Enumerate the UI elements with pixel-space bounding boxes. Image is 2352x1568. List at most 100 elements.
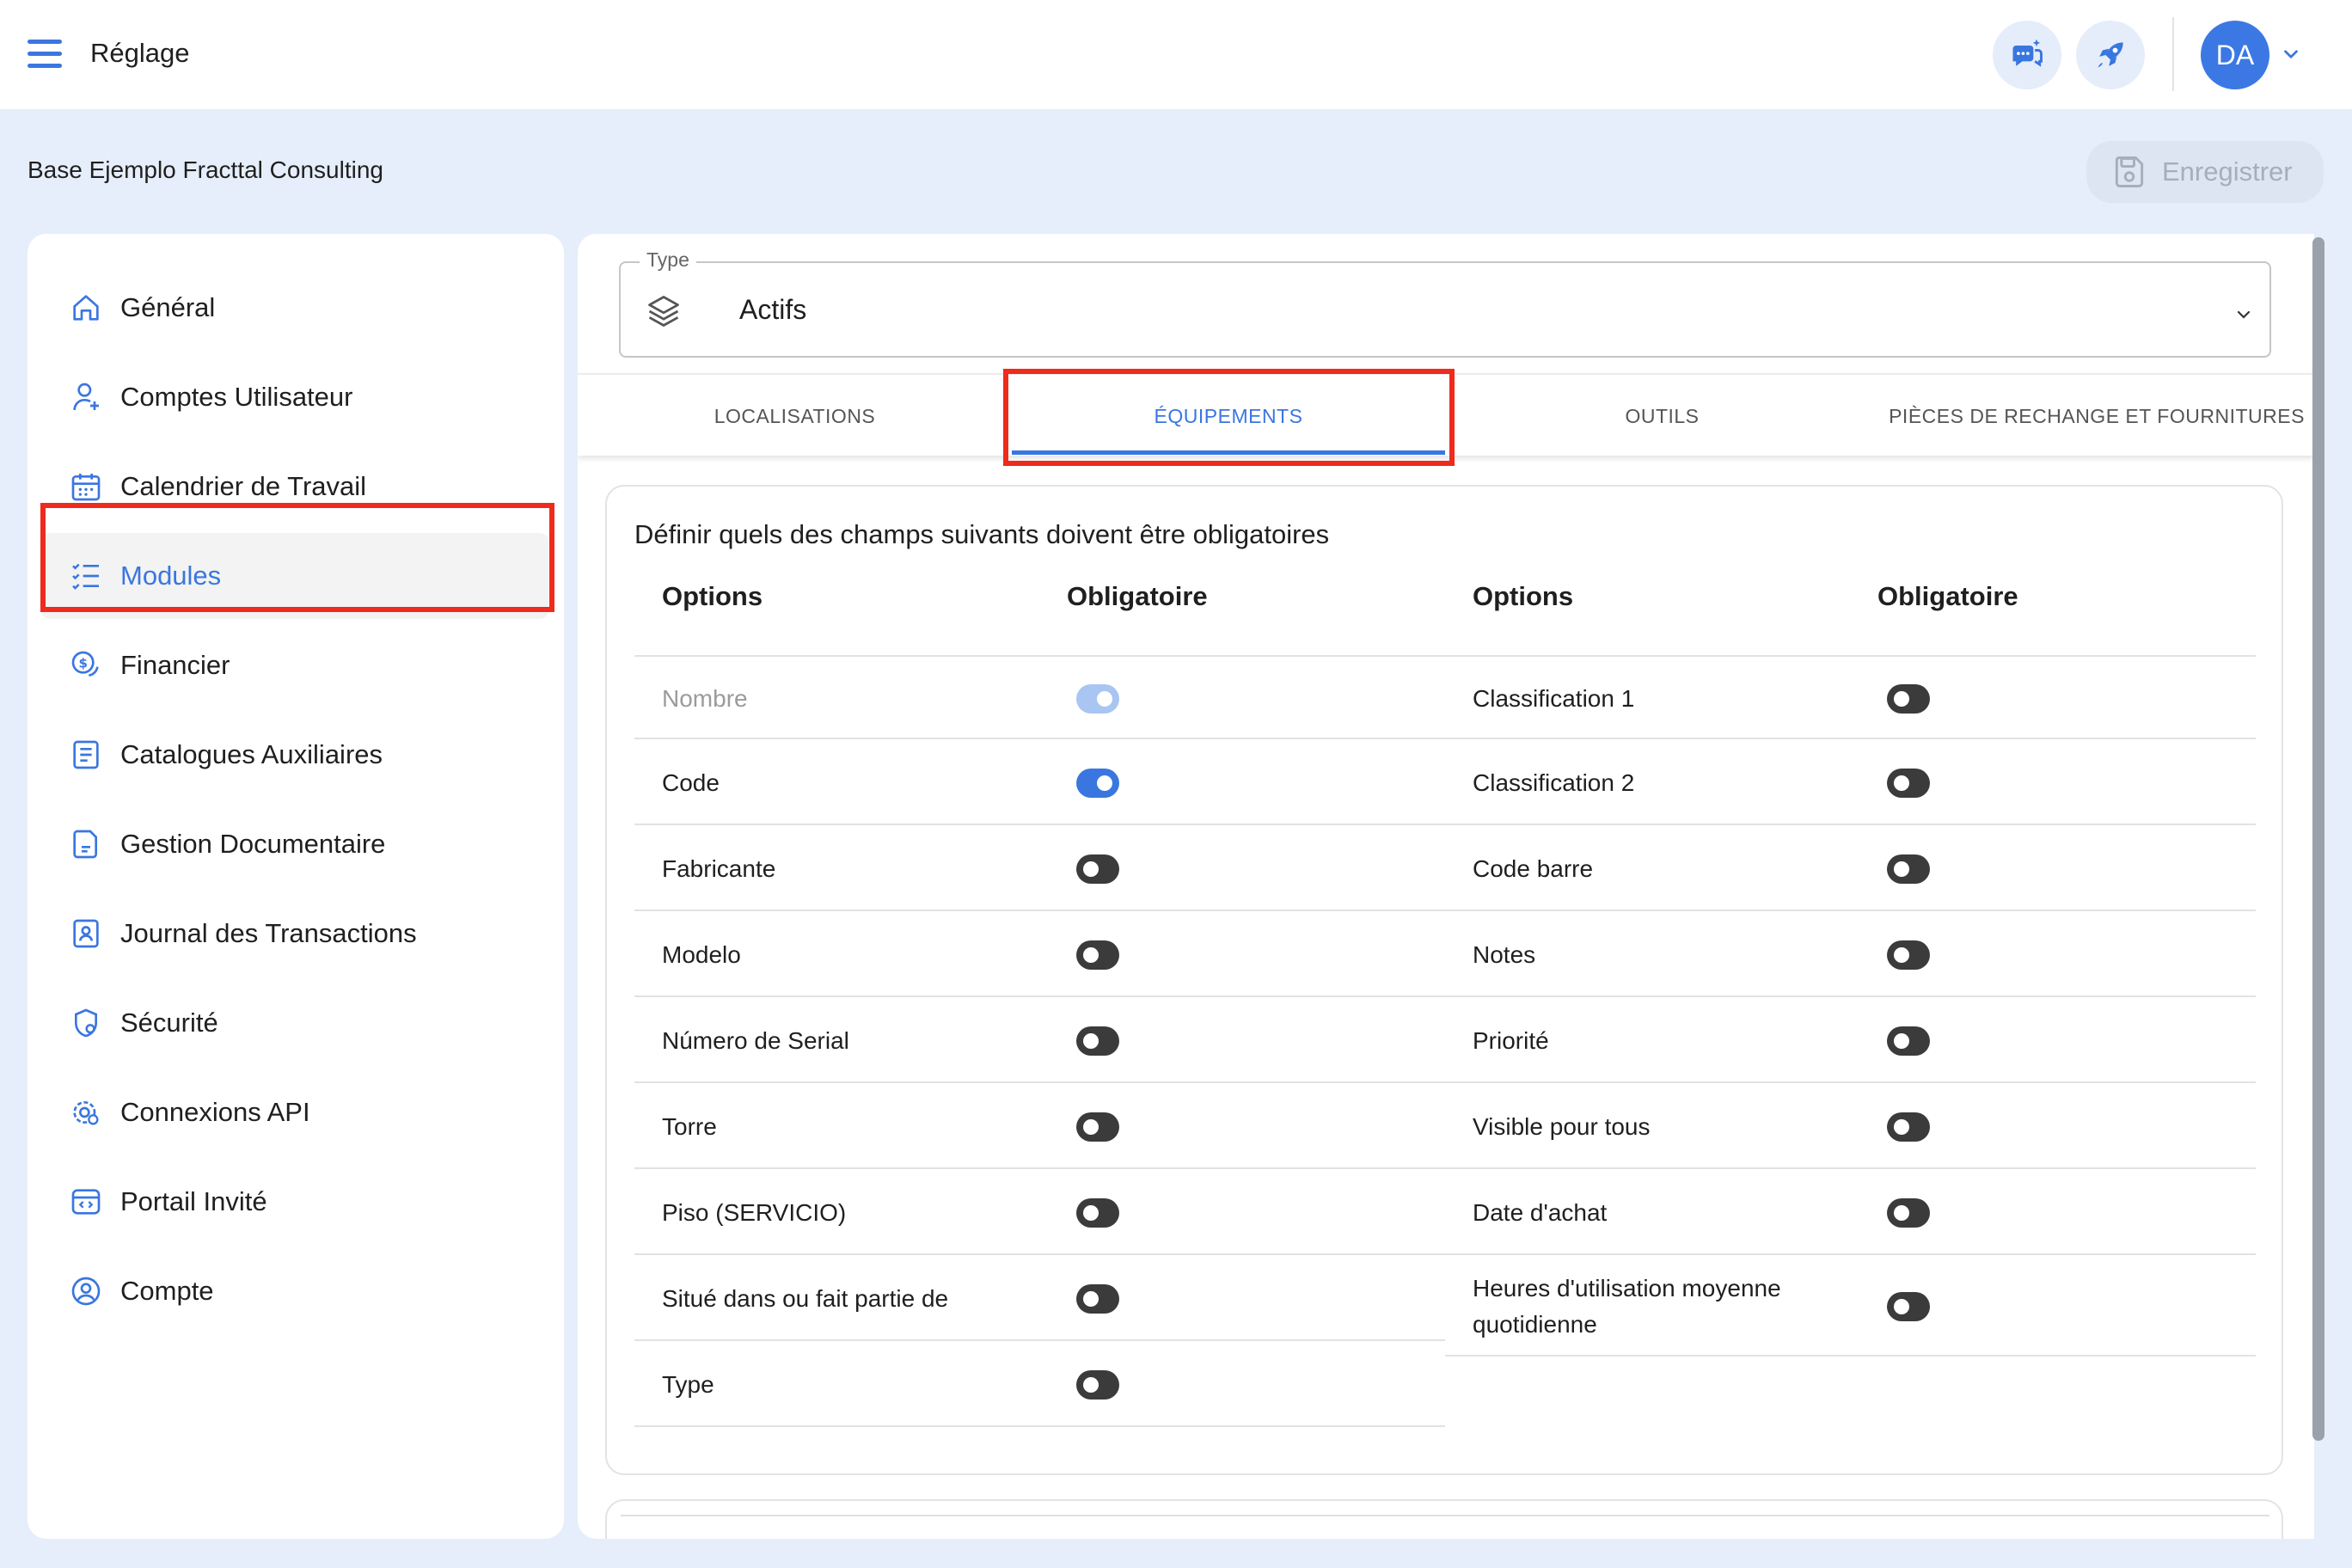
portal-icon <box>67 1183 105 1221</box>
option-label: Classification 1 <box>1473 685 1635 712</box>
sidebar-item-financial[interactable]: $ Financier <box>41 622 548 708</box>
chevron-down-icon[interactable] <box>2280 43 2302 65</box>
required-toggle[interactable] <box>1887 769 1930 798</box>
divider <box>621 1515 2269 1516</box>
save-button-label: Enregistrer <box>2162 156 2293 187</box>
table-row: Code barre <box>1445 827 2256 911</box>
sidebar-item-label: Comptes Utilisateur <box>120 382 353 412</box>
option-label: Heures d'utilisation moyenne quotidienne <box>1473 1275 1781 1338</box>
sidebar-item-general[interactable]: Général <box>41 265 548 351</box>
sidebar-item-modules[interactable]: Modules <box>41 533 548 619</box>
table-row: Code <box>634 741 1445 825</box>
option-label: Fabricante <box>662 855 776 882</box>
save-button[interactable]: Enregistrer <box>2086 141 2324 203</box>
app-title: Réglage <box>90 38 190 68</box>
sidebar-item-label: Calendrier de Travail <box>120 471 367 501</box>
card-heading: Définir quels des champs suivants doiven… <box>634 519 1330 549</box>
table-row: Visible pour tous <box>1445 1085 2256 1169</box>
top-divider <box>2172 17 2174 91</box>
option-label: Code barre <box>1473 855 1594 882</box>
sidebar-item-document-management[interactable]: Gestion Documentaire <box>41 801 548 887</box>
required-toggle[interactable] <box>1076 1198 1119 1228</box>
api-gear-icon <box>67 1093 105 1131</box>
sidebar-item-label: Financier <box>120 650 230 680</box>
sidebar-item-guest-portal[interactable]: Portail Invité <box>41 1159 548 1245</box>
tab-outils[interactable]: OUTILS <box>1445 375 1879 457</box>
option-label: Número de Serial <box>662 1027 849 1054</box>
chat-support-button[interactable] <box>1993 21 2061 89</box>
table-row: Notes <box>1445 913 2256 997</box>
required-toggle[interactable] <box>1076 854 1119 884</box>
user-avatar[interactable]: DA <box>2201 21 2269 89</box>
user-add-icon <box>67 378 105 416</box>
account-icon <box>67 1272 105 1310</box>
sidebar-item-user-accounts[interactable]: Comptes Utilisateur <box>41 354 548 440</box>
table-row: Modelo <box>634 913 1445 997</box>
required-toggle[interactable] <box>1076 769 1119 798</box>
table-row: Fabricante <box>634 827 1445 911</box>
tab-equipements[interactable]: ÉQUIPEMENTS <box>1012 375 1445 457</box>
type-select-label: Type <box>640 248 696 272</box>
sidebar-item-label: Gestion Documentaire <box>120 829 386 859</box>
table-row: Situé dans ou fait partie de <box>634 1257 1445 1341</box>
option-label: Torre <box>662 1113 717 1140</box>
hamburger-menu-icon[interactable] <box>28 40 69 70</box>
chat-sparkle-icon <box>2012 39 2043 67</box>
sidebar-item-work-calendar[interactable]: Calendrier de Travail <box>41 444 548 530</box>
settings-sidebar: Général Comptes Utilisateur Calendrier d… <box>28 234 564 1539</box>
option-label: Visible pour tous <box>1473 1113 1651 1140</box>
badge-icon <box>67 915 105 952</box>
required-toggle[interactable] <box>1887 854 1930 884</box>
sidebar-item-label: Catalogues Auxiliaires <box>120 739 383 769</box>
base-name: Base Ejemplo Fracttal Consulting <box>28 156 383 183</box>
sidebar-item-label: Portail Invité <box>120 1186 267 1216</box>
table-row: Date d'achat <box>1445 1171 2256 1255</box>
required-toggle[interactable] <box>1887 684 1930 714</box>
whats-new-button[interactable] <box>2076 21 2145 89</box>
shield-icon <box>67 1004 105 1042</box>
calendar-icon <box>67 468 105 505</box>
table-row: Número de Serial <box>634 999 1445 1083</box>
required-toggle[interactable] <box>1076 1370 1119 1400</box>
sidebar-item-label: Sécurité <box>120 1008 218 1038</box>
sidebar-item-label: Modules <box>120 560 222 591</box>
option-label: Priorité <box>1473 1027 1549 1054</box>
option-label: Type <box>662 1371 714 1398</box>
svg-text:$: $ <box>78 656 87 671</box>
save-icon <box>2115 156 2144 187</box>
required-toggle[interactable] <box>1076 1112 1119 1142</box>
required-toggle[interactable] <box>1887 1026 1930 1056</box>
dollar-coin-icon: $ <box>67 646 105 684</box>
option-label: Piso (SERVICIO) <box>662 1199 847 1226</box>
secondary-card <box>605 1499 2283 1539</box>
table-row: Piso (SERVICIO) <box>634 1171 1445 1255</box>
required-toggle[interactable] <box>1076 940 1119 970</box>
tab-localisations[interactable]: LOCALISATIONS <box>578 375 1012 457</box>
table-row: Priorité <box>1445 999 2256 1083</box>
home-icon <box>67 289 105 327</box>
table-row: Classification 2 <box>1445 741 2256 825</box>
required-fields-card: Définir quels des champs suivants doiven… <box>605 485 2283 1475</box>
required-toggle[interactable] <box>1076 1026 1119 1056</box>
main-panel: Type Actifs LOCALISATIONS ÉQUIPEMENTS OU… <box>578 234 2314 1539</box>
sidebar-item-security[interactable]: Sécurité <box>41 980 548 1066</box>
sidebar-item-api-connections[interactable]: Connexions API <box>41 1069 548 1155</box>
required-toggle[interactable] <box>1887 1198 1930 1228</box>
table-row: Classification 1 <box>1445 655 2256 739</box>
required-toggle[interactable] <box>1076 1284 1119 1314</box>
type-select[interactable]: Type Actifs <box>619 248 2271 358</box>
sidebar-item-auxiliary-catalogs[interactable]: Catalogues Auxiliaires <box>41 712 548 798</box>
main-scrollbar[interactable] <box>2312 237 2324 1441</box>
option-label: Modelo <box>662 941 741 968</box>
tab-pieces-de-rechange[interactable]: PIÈCES DE RECHANGE ET FOURNITURES <box>1879 375 2314 457</box>
top-bar: Réglage DA <box>0 0 2352 109</box>
required-toggle[interactable] <box>1887 1292 1930 1321</box>
table-row: Heures d'utilisation moyenne quotidienne <box>1445 1257 2256 1357</box>
column-header-required: Obligatoire <box>1877 581 2018 611</box>
required-toggle[interactable] <box>1887 1112 1930 1142</box>
required-toggle[interactable] <box>1887 940 1930 970</box>
sidebar-item-account[interactable]: Compte <box>41 1248 548 1334</box>
sidebar-item-transaction-log[interactable]: Journal des Transactions <box>41 891 548 977</box>
chevron-down-icon <box>2237 310 2251 319</box>
option-label: Date d'achat <box>1473 1199 1608 1226</box>
